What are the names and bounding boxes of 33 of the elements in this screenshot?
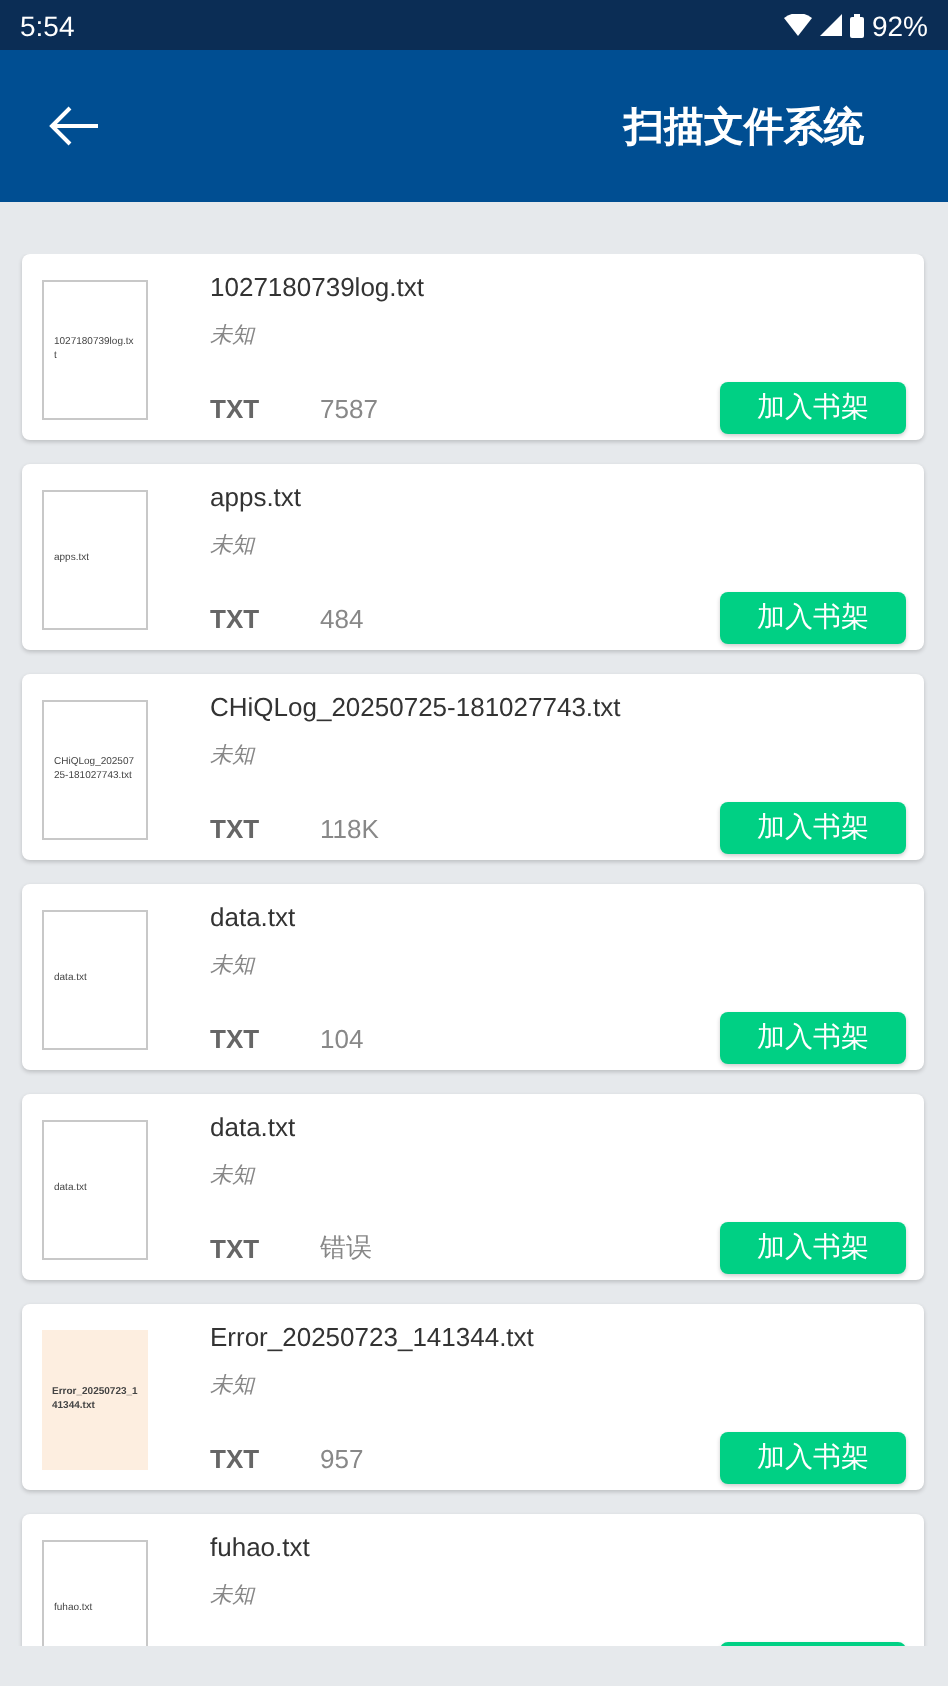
file-name: 1027180739log.txt — [210, 272, 426, 302]
file-type: TXT — [210, 1023, 262, 1053]
battery-percent: 92% — [871, 9, 928, 41]
file-type: TXT — [210, 1443, 262, 1473]
page-title: 扫描文件系统 — [624, 103, 864, 153]
file-size: 118K — [320, 813, 381, 843]
battery-icon — [849, 13, 864, 37]
file-author: 未知 — [210, 1582, 258, 1610]
file-name: CHiQLog_20250725-181027743.txt — [210, 692, 623, 722]
file-size: 484 — [320, 603, 366, 633]
file-name: apps.txt — [210, 482, 304, 512]
file-author: 未知 — [210, 322, 258, 350]
file-author: 未知 — [210, 1162, 258, 1190]
file-name: data.txt — [210, 1112, 298, 1142]
file-name: Error_20250723_141344.txt — [210, 1322, 536, 1352]
file-type: TXT — [210, 603, 262, 633]
file-type: TXT — [210, 1233, 262, 1263]
file-name: fuhao.txt — [210, 1532, 312, 1562]
file-author: 未知 — [210, 742, 258, 770]
file-size: 错误 — [320, 1230, 374, 1266]
file-name: data.txt — [210, 902, 298, 932]
status-time: 5:54 — [20, 9, 75, 41]
file-size: 957 — [320, 1443, 366, 1473]
file-size: 104 — [320, 1023, 366, 1053]
file-size: 7587 — [320, 393, 380, 423]
file-author: 未知 — [210, 532, 258, 560]
file-author: 未知 — [210, 1372, 258, 1400]
wifi-icon — [783, 14, 812, 36]
back-button[interactable] — [48, 104, 100, 148]
file-author: 未知 — [210, 952, 258, 980]
file-type: TXT — [210, 393, 262, 423]
file-type: TXT — [210, 813, 262, 843]
signal-icon — [819, 14, 842, 36]
